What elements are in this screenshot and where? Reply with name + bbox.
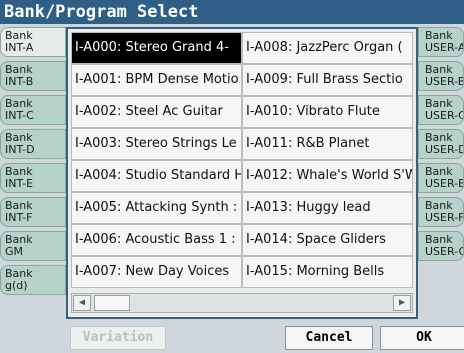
scroll-thumb[interactable] xyxy=(94,295,130,311)
program-grid: I-A000: Stereo Grand 4- I-A001: BPM Dense… xyxy=(71,32,413,288)
program-cell-13[interactable]: I-A013: Huggy lead xyxy=(242,192,413,224)
bank-tab-left-1[interactable]: Bank INT-B xyxy=(0,61,66,91)
ok-button[interactable]: OK xyxy=(380,326,464,350)
bank-tab-left-2[interactable]: Bank INT-C xyxy=(0,95,66,125)
horizontal-scrollbar[interactable]: ◀ ▶ xyxy=(71,293,413,313)
program-cell-0[interactable]: I-A000: Stereo Grand 4- xyxy=(71,32,242,64)
bank-program-select-dialog: Bank/Program Select Bank INT-A Bank INT-B… xyxy=(0,0,464,353)
bank-tab-right-6[interactable]: Bank USER-G xyxy=(418,231,464,261)
bank-tab-right-1[interactable]: Bank USER-B xyxy=(418,61,464,91)
program-cell-9[interactable]: I-A009: Full Brass Sectio xyxy=(242,64,413,96)
program-cell-10[interactable]: I-A010: Vibrato Flute xyxy=(242,96,413,128)
variation-button[interactable]: Variation xyxy=(70,326,166,350)
bank-tab-right-5[interactable]: Bank USER-F xyxy=(418,197,464,227)
arrow-right-icon[interactable]: ▶ xyxy=(393,295,411,311)
bank-tab-left-0[interactable]: Bank INT-A xyxy=(0,27,66,57)
arrow-left-icon[interactable]: ◀ xyxy=(73,295,91,311)
program-cell-1[interactable]: I-A001: BPM Dense Motio xyxy=(71,64,242,96)
program-cell-11[interactable]: I-A011: R&B Planet xyxy=(242,128,413,160)
dialog-title: Bank/Program Select xyxy=(0,0,464,24)
program-cell-12[interactable]: I-A012: Whale's World S'W xyxy=(242,160,413,192)
program-cell-5[interactable]: I-A005: Attacking Synth : xyxy=(71,192,242,224)
program-list-panel: I-A000: Stereo Grand 4- I-A001: BPM Dense… xyxy=(66,27,418,319)
bank-tab-right-2[interactable]: Bank USER-C xyxy=(418,95,464,125)
bank-tab-left-7[interactable]: Bank g(d) xyxy=(0,265,66,295)
left-bank-tabs: Bank INT-A Bank INT-B Bank INT-C Bank INT-D… xyxy=(0,27,66,299)
program-cell-7[interactable]: I-A007: New Day Voices xyxy=(71,256,242,288)
bank-tab-right-4[interactable]: Bank USER-E xyxy=(418,163,464,193)
bank-tab-left-5[interactable]: Bank INT-F xyxy=(0,197,66,227)
cancel-button[interactable]: Cancel xyxy=(285,326,373,350)
program-cell-14[interactable]: I-A014: Space Gliders xyxy=(242,224,413,256)
bank-tab-left-6[interactable]: Bank GM xyxy=(0,231,66,261)
bank-tab-left-4[interactable]: Bank INT-E xyxy=(0,163,66,193)
right-bank-tabs: Bank USER-A Bank USER-B Bank USER-C Bank US… xyxy=(418,27,464,265)
bank-tab-left-3[interactable]: Bank INT-D xyxy=(0,129,66,159)
program-cell-15[interactable]: I-A015: Morning Bells xyxy=(242,256,413,288)
program-cell-6[interactable]: I-A006: Acoustic Bass 1 : xyxy=(71,224,242,256)
bank-tab-right-3[interactable]: Bank USER-D xyxy=(418,129,464,159)
program-cell-3[interactable]: I-A003: Stereo Strings Le xyxy=(71,128,242,160)
program-cell-2[interactable]: I-A002: Steel Ac Guitar xyxy=(71,96,242,128)
bank-tab-right-0[interactable]: Bank USER-A xyxy=(418,27,464,57)
program-cell-4[interactable]: I-A004: Studio Standard H xyxy=(71,160,242,192)
program-cell-8[interactable]: I-A008: JazzPerc Organ ( xyxy=(242,32,413,64)
